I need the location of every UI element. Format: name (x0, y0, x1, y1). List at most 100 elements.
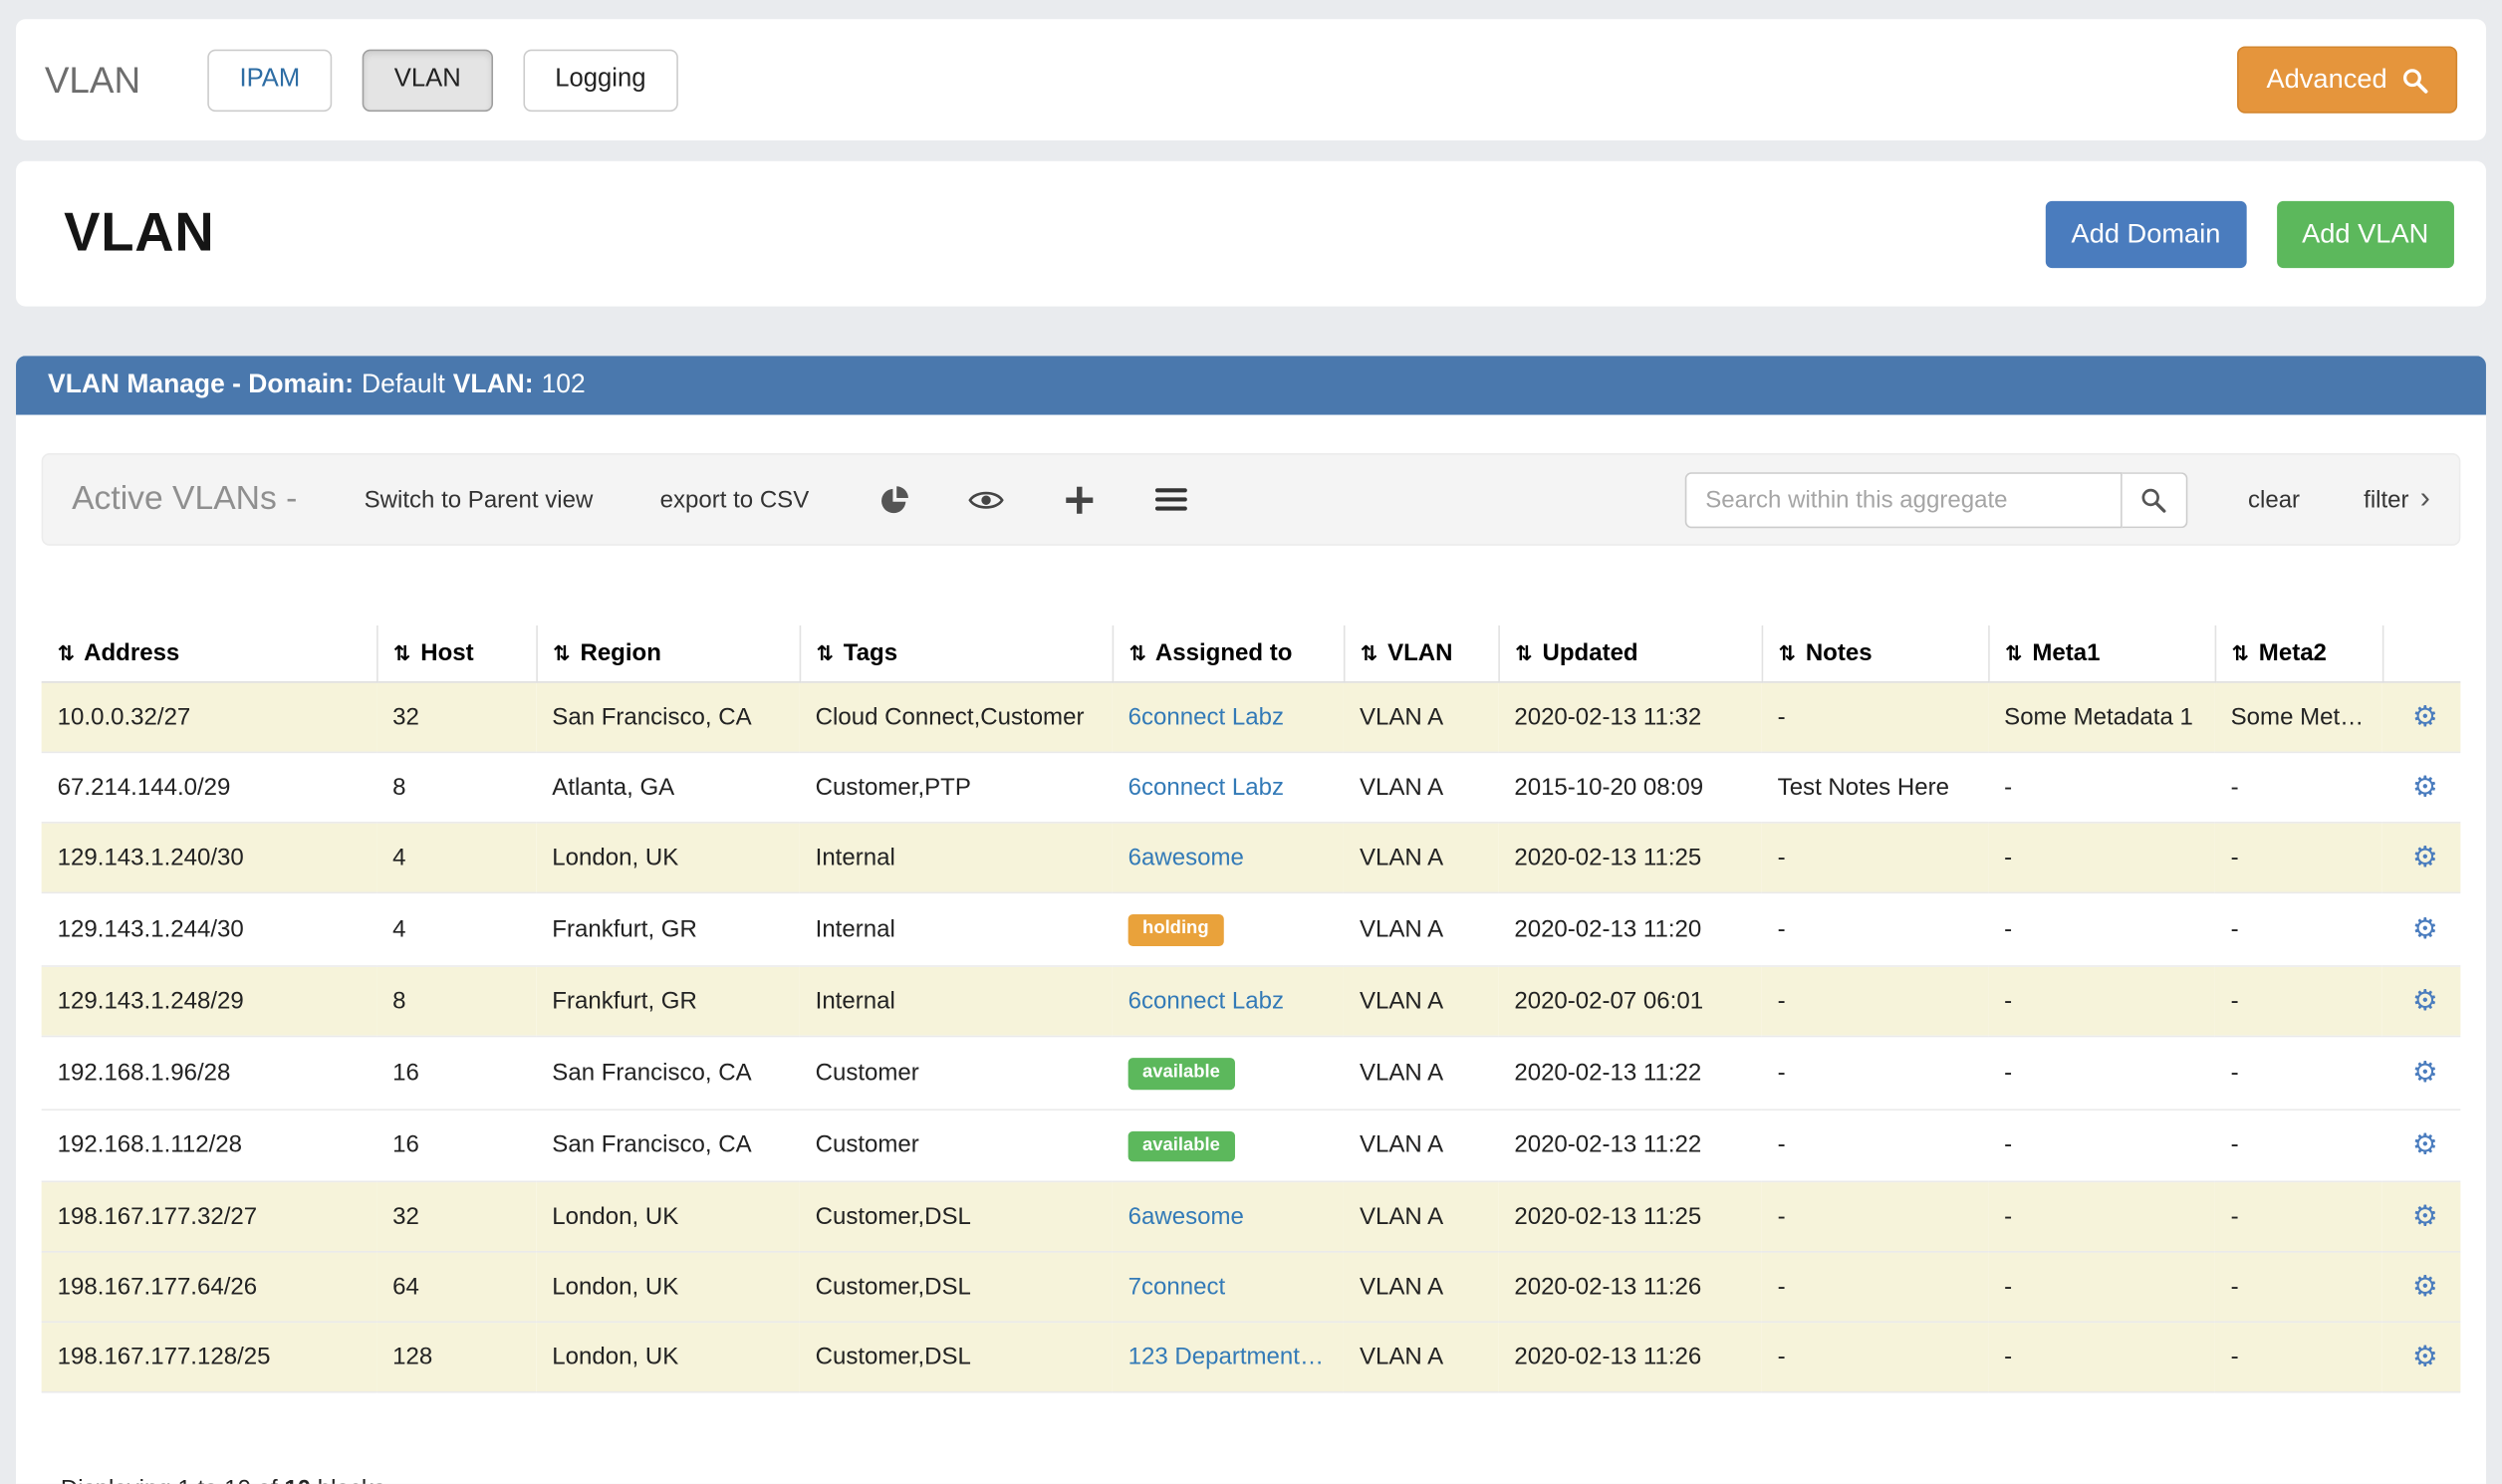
cell-meta1: - (1988, 1182, 2214, 1252)
column-header-vlan[interactable]: ⇅ VLAN (1344, 625, 1498, 682)
cell-meta1: - (1988, 823, 2214, 892)
column-header-host[interactable]: ⇅ Host (376, 625, 536, 682)
cell-notes: - (1762, 1252, 1988, 1322)
tab-logging[interactable]: Logging (523, 49, 677, 111)
cell-updated: 2020-02-13 11:25 (1498, 1182, 1761, 1252)
cell-host: 32 (376, 682, 536, 752)
assigned-link[interactable]: 6connect Labz (1128, 987, 1284, 1014)
gear-icon[interactable]: ⚙ (2412, 1341, 2438, 1372)
cell-actions: ⚙ (2382, 892, 2461, 965)
cell-host: 16 (376, 1036, 536, 1109)
cell-updated: 2020-02-07 06:01 (1498, 966, 1761, 1036)
column-header-region[interactable]: ⇅ Region (536, 625, 799, 682)
cell-notes: - (1762, 682, 1988, 752)
pie-chart-icon[interactable] (876, 484, 911, 514)
export-csv-link[interactable]: export to CSV (660, 486, 810, 513)
gear-icon[interactable]: ⚙ (2412, 841, 2438, 872)
column-header-notes[interactable]: ⇅ Notes (1762, 625, 1988, 682)
column-header-meta1[interactable]: ⇅ Meta1 (1988, 625, 2214, 682)
cell-tags: Customer,DSL (800, 1323, 1113, 1392)
assigned-link[interactable]: 6connect Labz (1128, 774, 1284, 801)
tab-vlan[interactable]: VLAN (363, 49, 493, 111)
gear-icon[interactable]: ⚙ (2412, 771, 2438, 803)
cell-notes: - (1762, 966, 1988, 1036)
search-button[interactable] (2122, 471, 2187, 527)
cell-vlan: VLAN A (1344, 1110, 1498, 1182)
column-header-updated[interactable]: ⇅ Updated (1498, 625, 1761, 682)
cell-actions: ⚙ (2382, 966, 2461, 1036)
panel-heading-segment: VLAN Manage - Domain: (48, 371, 354, 400)
cell-updated: 2020-02-13 11:20 (1498, 892, 1761, 965)
cell-region: Frankfurt, GR (536, 892, 799, 965)
gear-icon[interactable]: ⚙ (2412, 1056, 2438, 1088)
cell-host: 32 (376, 1182, 536, 1252)
page-header-panel: VLAN Add Domain Add VLAN (16, 161, 2486, 307)
cell-tags: Customer (800, 1110, 1113, 1182)
cell-region: Frankfurt, GR (536, 966, 799, 1036)
gear-icon[interactable]: ⚙ (2412, 1271, 2438, 1303)
cell-vlan: VLAN A (1344, 752, 1498, 822)
advanced-search-button[interactable]: Advanced (2238, 46, 2457, 113)
assigned-link[interactable]: 7connect (1128, 1274, 1226, 1301)
sort-icon: ⇅ (553, 641, 569, 665)
clear-link[interactable]: clear (2248, 486, 2300, 513)
cell-notes: - (1762, 1182, 1988, 1252)
eye-icon[interactable] (968, 487, 1003, 511)
pagination-status: Displaying 1 to 10 of 10 blocks (61, 1477, 2460, 1484)
magnifier-icon (2140, 486, 2167, 513)
cell-region: San Francisco, CA (536, 1110, 799, 1182)
tab-ipam[interactable]: IPAM (207, 49, 332, 111)
status-badge: available (1128, 1130, 1235, 1162)
table-row: 198.167.177.32/2732London, UKCustomer,DS… (42, 1182, 2461, 1252)
cell-updated: 2015-10-20 08:09 (1498, 752, 1761, 822)
add-vlan-button[interactable]: Add VLAN (2276, 200, 2453, 267)
gear-icon[interactable]: ⚙ (2412, 912, 2438, 944)
menu-icon[interactable] (1153, 487, 1188, 513)
cell-address: 129.143.1.248/29 (42, 966, 376, 1036)
pagination-text: blocks (318, 1477, 385, 1484)
gear-icon[interactable]: ⚙ (2412, 984, 2438, 1016)
cell-actions: ⚙ (2382, 752, 2461, 822)
cell-tags: Customer,DSL (800, 1252, 1113, 1322)
cell-vlan: VLAN A (1344, 682, 1498, 752)
gear-icon[interactable]: ⚙ (2412, 1128, 2438, 1160)
column-header-tags[interactable]: ⇅ Tags (800, 625, 1113, 682)
assigned-link[interactable]: 6awesome (1128, 1204, 1244, 1231)
assigned-link[interactable]: 123 Department… (1128, 1345, 1324, 1371)
chevron-right-icon: › (2420, 483, 2430, 513)
cell-updated: 2020-02-13 11:26 (1498, 1323, 1761, 1392)
sort-icon: ⇅ (1778, 641, 1794, 665)
assigned-link[interactable]: 6awesome (1128, 844, 1244, 870)
cell-address: 192.168.1.112/28 (42, 1110, 376, 1182)
cell-vlan: VLAN A (1344, 892, 1498, 965)
cell-meta1: - (1988, 1252, 2214, 1322)
sort-icon: ⇅ (1515, 641, 1531, 665)
cell-meta2: - (2215, 752, 2382, 822)
gear-icon[interactable]: ⚙ (2412, 700, 2438, 732)
panel-heading: VLAN Manage - Domain: Default VLAN: 102 (16, 356, 2486, 414)
search-group (1684, 471, 2187, 527)
cell-meta1: - (1988, 1110, 2214, 1182)
add-domain-button[interactable]: Add Domain (2046, 200, 2246, 267)
cell-host: 8 (376, 752, 536, 822)
cell-updated: 2020-02-13 11:22 (1498, 1110, 1761, 1182)
sort-icon: ⇅ (393, 641, 409, 665)
column-header-assigned-to[interactable]: ⇅ Assigned to (1113, 625, 1344, 682)
cell-region: London, UK (536, 1323, 799, 1392)
switch-parent-view-link[interactable]: Switch to Parent view (365, 486, 594, 513)
page-actions: Add Domain Add VLAN (2046, 200, 2454, 267)
assigned-link[interactable]: 6connect Labz (1128, 703, 1284, 730)
cell-host: 8 (376, 966, 536, 1036)
search-input[interactable] (1684, 471, 2122, 527)
plus-icon[interactable] (1061, 486, 1096, 513)
gear-icon[interactable]: ⚙ (2412, 1200, 2438, 1232)
table-row: 129.143.1.244/304Frankfurt, GRInternalho… (42, 892, 2461, 965)
vlan-table: ⇅ Address⇅ Host⇅ Region⇅ Tags⇅ Assigned … (42, 625, 2461, 1393)
cell-address: 198.167.177.128/25 (42, 1323, 376, 1392)
column-header-address[interactable]: ⇅ Address (42, 625, 376, 682)
table-row: 198.167.177.64/2664London, UKCustomer,DS… (42, 1252, 2461, 1322)
column-header-meta2[interactable]: ⇅ Meta2 (2215, 625, 2382, 682)
filter-label: filter (2364, 486, 2408, 513)
cell-notes: - (1762, 1036, 1988, 1109)
filter-link[interactable]: filter › (2364, 484, 2430, 514)
